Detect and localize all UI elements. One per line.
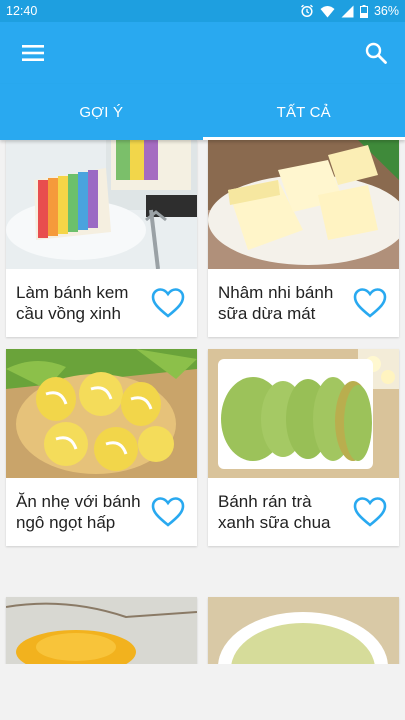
favorite-button[interactable]: [351, 284, 389, 322]
alarm-icon: [301, 4, 313, 18]
menu-icon: [22, 45, 44, 61]
recipe-caption: Nhâm nhi bánh sữa dừa mát: [208, 269, 399, 337]
wifi-icon: [320, 5, 335, 17]
status-bar: 12:40 36%: [0, 0, 405, 22]
heart-outline-icon: [151, 497, 185, 527]
search-button[interactable]: [361, 38, 391, 68]
recipe-card[interactable]: Ăn nhẹ với bánh ngô ngọt hấp: [6, 349, 197, 546]
recipe-grid: Làm bánh kem cầu vồng xinh Nhâm nhi bánh…: [0, 140, 405, 664]
recipe-card[interactable]: Nhâm nhi bánh sữa dừa mát: [208, 140, 399, 337]
recipe-caption: Ăn nhẹ với bánh ngô ngọt hấp: [6, 478, 197, 546]
recipe-title: Làm bánh kem cầu vồng xinh: [16, 283, 129, 323]
recipe-title: Nhâm nhi bánh sữa dừa mát: [218, 283, 334, 323]
recipe-card[interactable]: [208, 597, 399, 664]
recipe-image-partial: [208, 597, 399, 664]
recipe-title: Ăn nhẹ với bánh ngô ngọt hấp: [16, 492, 141, 532]
recipe-card[interactable]: Làm bánh kem cầu vồng xinh: [6, 140, 197, 337]
recipe-card[interactable]: [6, 597, 197, 664]
heart-outline-icon: [353, 288, 387, 318]
heart-outline-icon: [151, 288, 185, 318]
tab-bar: GỢI Ý TẤT CẢ: [0, 84, 405, 140]
recipe-image-corn-cake: [6, 349, 197, 478]
recipe-image-partial: [6, 597, 197, 664]
recipe-image-green-tea-pancake: [208, 349, 399, 478]
search-icon: [365, 42, 387, 64]
app-bar: [0, 22, 405, 84]
favorite-button[interactable]: [149, 493, 187, 531]
recipe-card[interactable]: Bánh rán trà xanh sữa chua: [208, 349, 399, 546]
tab-suggestions[interactable]: GỢI Ý: [0, 84, 203, 140]
favorite-button[interactable]: [149, 284, 187, 322]
tab-all[interactable]: TẤT CẢ: [202, 84, 405, 140]
heart-outline-icon: [353, 497, 387, 527]
recipe-caption: Bánh rán trà xanh sữa chua: [208, 478, 399, 546]
recipe-image-rainbow-cake: [6, 140, 197, 269]
status-icons: 36%: [300, 4, 399, 18]
recipe-caption: Làm bánh kem cầu vồng xinh: [6, 269, 197, 337]
battery-percent: 36%: [373, 4, 399, 18]
favorite-button[interactable]: [351, 493, 389, 531]
battery-icon: [359, 4, 368, 18]
signal-icon: [341, 5, 354, 17]
recipe-title: Bánh rán trà xanh sữa chua: [218, 492, 331, 532]
status-time: 12:40: [6, 4, 38, 18]
bottom-blank-area: [0, 664, 405, 720]
menu-button[interactable]: [18, 38, 48, 68]
recipe-image-coconut-milk-cake: [208, 140, 399, 269]
